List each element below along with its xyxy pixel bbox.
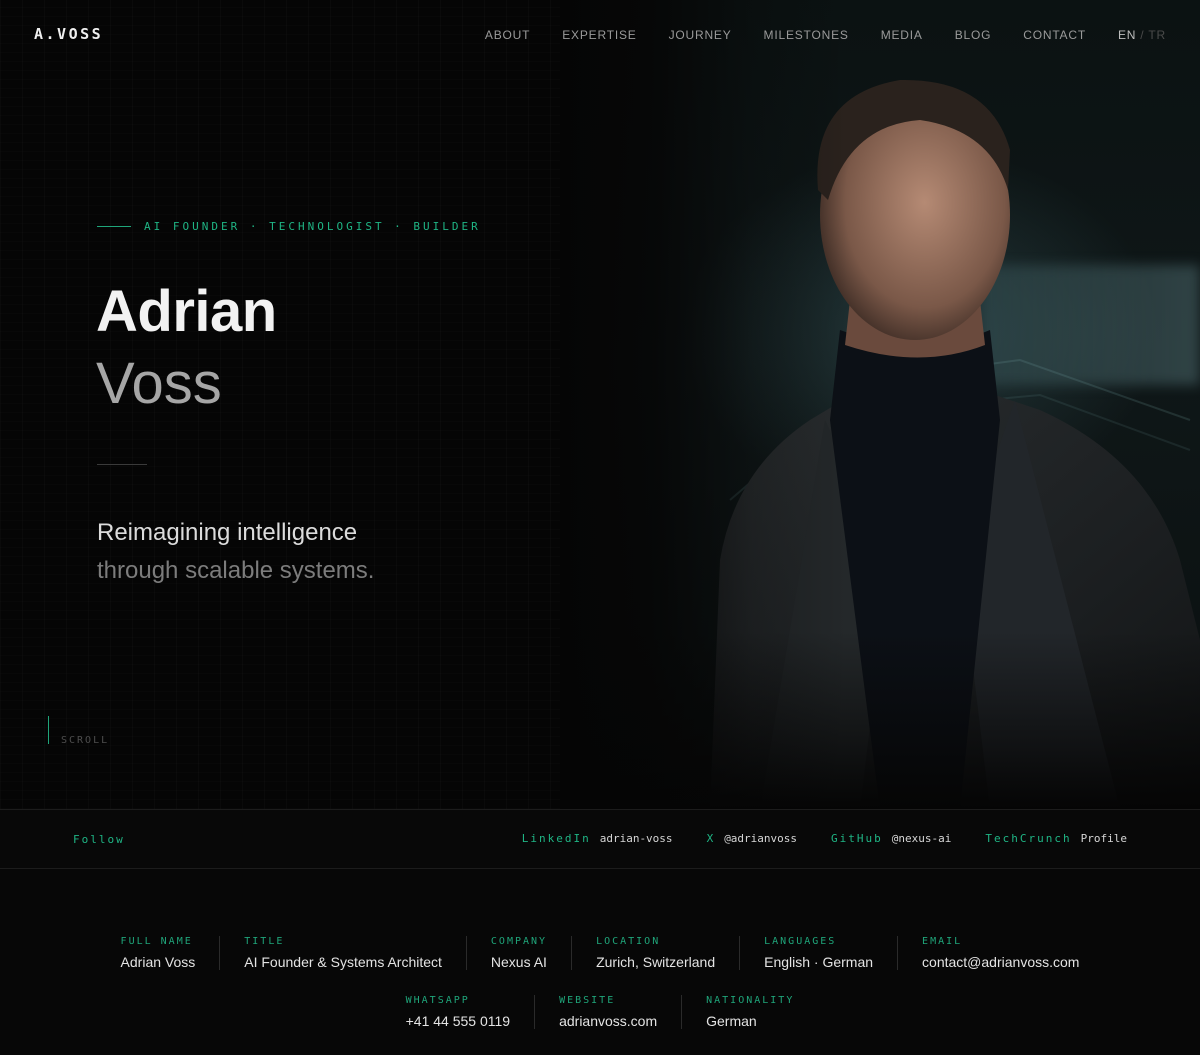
- nav-links: ABOUT EXPERTISE JOURNEY MILESTONES MEDIA…: [485, 28, 1166, 42]
- details-row: FULL NAME Adrian Voss TITLE AI Founder &…: [0, 936, 1200, 970]
- lang-separator: /: [1140, 28, 1145, 42]
- lang-en[interactable]: EN: [1118, 28, 1136, 42]
- detail-key: NATIONALITY: [706, 995, 795, 1006]
- detail-value: AI Founder & Systems Architect: [244, 954, 442, 970]
- detail-email: EMAIL contact@adrianvoss.com: [897, 936, 1103, 970]
- social-handle: @adrianvoss: [724, 832, 798, 845]
- tagline-text: AI FOUNDER · TECHNOLOGIST · BUILDER: [144, 220, 481, 233]
- hero-first-name: Adrian: [96, 279, 277, 344]
- nav-link-blog[interactable]: BLOG: [955, 28, 992, 42]
- detail-languages: LANGUAGES English · German: [739, 936, 897, 970]
- whatsapp-link[interactable]: +41 44 555 0119: [406, 1013, 510, 1029]
- detail-website: WEBSITE adrianvoss.com: [534, 995, 681, 1029]
- hero-section: AI FOUNDER · TECHNOLOGIST · BUILDER Adri…: [0, 0, 1200, 809]
- email-link[interactable]: contact@adrianvoss.com: [922, 954, 1079, 970]
- scroll-bar-icon: [48, 716, 49, 744]
- hero-last-name: Voss: [96, 351, 222, 416]
- hero-lead-line-2: through scalable systems.: [97, 557, 375, 584]
- tagline-rule: [97, 226, 131, 227]
- detail-value: Zurich, Switzerland: [596, 954, 716, 970]
- top-nav: A.VOSS ABOUT EXPERTISE JOURNEY MILESTONE…: [0, 0, 1200, 70]
- detail-key: LOCATION: [596, 936, 661, 947]
- hero-lead-line-1: Reimagining intelligence: [97, 519, 358, 546]
- scroll-label: SCROLL: [61, 735, 110, 746]
- detail-whatsapp: WHATSAPP +41 44 555 0119: [382, 995, 534, 1029]
- nav-link-journey[interactable]: JOURNEY: [669, 28, 732, 42]
- social-link-techcrunch[interactable]: TechCrunch Profile: [985, 832, 1127, 845]
- detail-key: FULL NAME: [120, 936, 193, 947]
- hero-tagline: AI FOUNDER · TECHNOLOGIST · BUILDER: [97, 220, 481, 233]
- website-link[interactable]: adrianvoss.com: [559, 1013, 657, 1029]
- site-logo[interactable]: A.VOSS: [34, 25, 103, 43]
- nav-link-contact[interactable]: CONTACT: [1023, 28, 1086, 42]
- detail-full-name: FULL NAME Adrian Voss: [97, 936, 220, 970]
- nav-link-expertise[interactable]: EXPERTISE: [562, 28, 636, 42]
- follow-label: Follow: [73, 833, 125, 846]
- follow-strip: Follow LinkedIn adrian-voss X @adrianvos…: [0, 809, 1200, 869]
- portrait-fade-overlay: [560, 0, 1200, 809]
- detail-key: LANGUAGES: [764, 936, 837, 947]
- detail-nationality: NATIONALITY German: [681, 995, 818, 1029]
- detail-title: TITLE AI Founder & Systems Architect: [219, 936, 466, 970]
- detail-company: COMPANY Nexus AI: [465, 936, 571, 970]
- detail-key: EMAIL: [922, 936, 963, 947]
- detail-key: WEBSITE: [559, 995, 616, 1006]
- detail-value: Nexus AI: [490, 954, 547, 970]
- detail-location: LOCATION Zurich, Switzerland: [571, 936, 739, 970]
- nav-link-media[interactable]: MEDIA: [881, 28, 923, 42]
- detail-key: WHATSAPP: [405, 995, 470, 1006]
- nav-link-milestones[interactable]: MILESTONES: [764, 28, 849, 42]
- social-link-linkedin[interactable]: LinkedIn adrian-voss: [522, 832, 673, 845]
- detail-key: COMPANY: [490, 936, 548, 947]
- details-row: WHATSAPP +41 44 555 0119 WEBSITE adrianv…: [0, 995, 1200, 1029]
- portrait-image: [560, 0, 1200, 809]
- social-handle: adrian-voss: [599, 832, 673, 845]
- detail-value: English · German: [764, 954, 874, 970]
- social-handle: @nexus-ai: [891, 832, 952, 845]
- detail-value: Adrian Voss: [120, 954, 196, 970]
- nav-link-about[interactable]: ABOUT: [485, 28, 530, 42]
- personal-details: FULL NAME Adrian Voss TITLE AI Founder &…: [0, 869, 1200, 1055]
- social-network-name: LinkedIn: [521, 832, 591, 845]
- social-link-x[interactable]: X @adrianvoss: [707, 832, 797, 845]
- detail-key: TITLE: [244, 936, 285, 947]
- language-switcher: EN / TR: [1118, 28, 1166, 42]
- scroll-indicator[interactable]: SCROLL: [48, 716, 110, 746]
- social-handle: Profile: [1080, 832, 1127, 845]
- social-link-github[interactable]: GitHub @nexus-ai: [831, 832, 951, 845]
- social-network-name: X: [706, 832, 716, 845]
- name-divider: [97, 464, 147, 465]
- social-links: LinkedIn adrian-voss X @adrianvoss GitHu…: [522, 832, 1127, 845]
- detail-value: German: [706, 1013, 757, 1029]
- social-network-name: TechCrunch: [985, 832, 1072, 845]
- social-network-name: GitHub: [831, 832, 883, 845]
- lang-tr[interactable]: TR: [1148, 28, 1166, 42]
